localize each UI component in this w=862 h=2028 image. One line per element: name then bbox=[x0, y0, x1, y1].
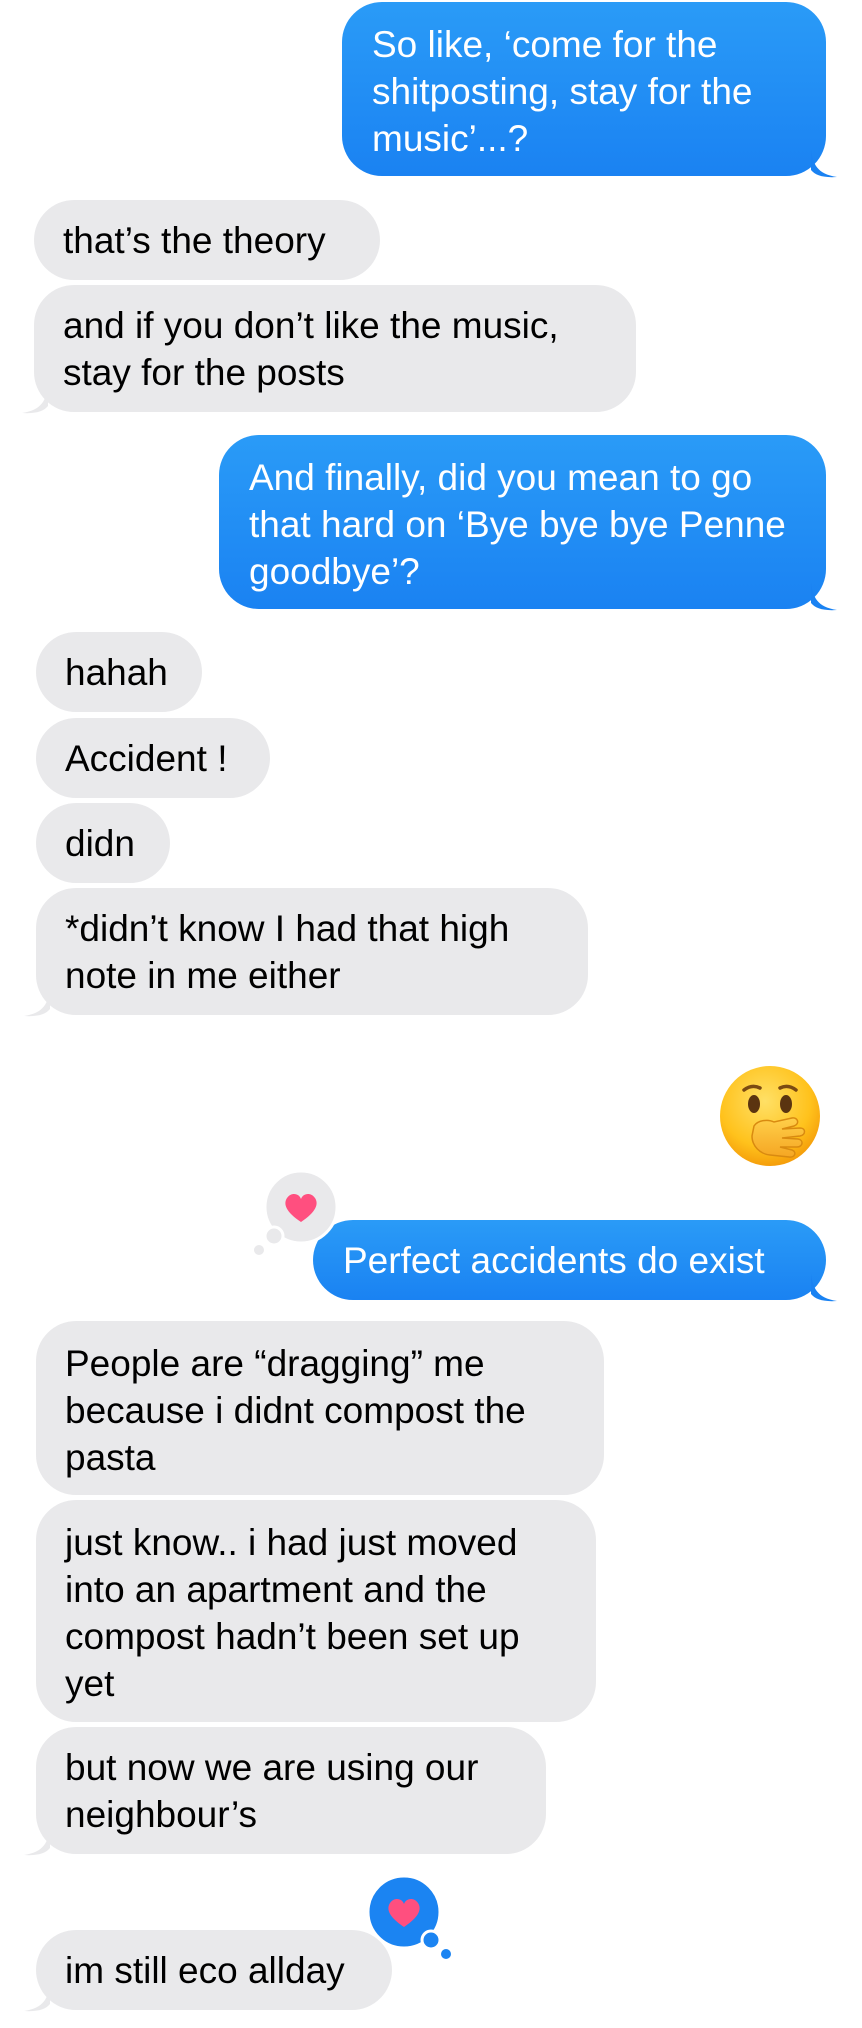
message-text: And finally, did you mean to go that har… bbox=[249, 457, 786, 592]
message-bubble-received[interactable]: People are “dragging” me because i didnt… bbox=[36, 1321, 604, 1495]
message-bubble-received[interactable]: but now we are using our neighbour’s bbox=[24, 1727, 546, 1856]
message-text: didn bbox=[65, 823, 135, 864]
message-text: hahah bbox=[65, 652, 168, 693]
message-bubble-received[interactable]: hahah bbox=[36, 632, 202, 712]
message-bubble-sent[interactable]: So like, ‘come for the shitposting, stay… bbox=[342, 2, 837, 178]
message-bubble-received[interactable]: didn bbox=[36, 803, 170, 883]
bubble-tail bbox=[811, 150, 837, 178]
bubble-tail bbox=[24, 1828, 50, 1856]
message-bubble-received[interactable]: that’s the theory bbox=[34, 200, 380, 280]
bubble-tail bbox=[24, 989, 50, 1017]
bubble-tail bbox=[24, 1984, 50, 2012]
message-bubble-sent[interactable]: Perfect accidents do exist bbox=[313, 1220, 837, 1302]
message-text: and if you don’t like the music, stay fo… bbox=[63, 305, 559, 393]
message-bubble-received[interactable]: *didn’t know I had that high note in me … bbox=[24, 888, 588, 1017]
heart-reaction-badge[interactable] bbox=[360, 1874, 456, 1966]
bubble-tail bbox=[811, 583, 837, 611]
message-bubble-received[interactable]: im still eco allday bbox=[24, 1930, 392, 2012]
bubble-tail bbox=[22, 386, 48, 414]
message-bubble-sent[interactable]: And finally, did you mean to go that har… bbox=[219, 435, 837, 611]
hand-over-mouth-emoji[interactable] bbox=[718, 1064, 822, 1168]
message-text: but now we are using our neighbour’s bbox=[65, 1747, 479, 1835]
message-text: that’s the theory bbox=[63, 220, 326, 261]
message-text: People are “dragging” me because i didnt… bbox=[65, 1343, 526, 1478]
message-text: just know.. i had just moved into an apa… bbox=[65, 1522, 520, 1704]
heart-reaction-badge[interactable] bbox=[250, 1170, 346, 1262]
message-text: im still eco allday bbox=[65, 1950, 345, 1991]
message-text: Accident ! bbox=[65, 738, 228, 779]
message-bubble-received[interactable]: just know.. i had just moved into an apa… bbox=[36, 1500, 596, 1722]
message-bubble-received[interactable]: Accident ! bbox=[36, 718, 270, 798]
message-bubble-received[interactable]: and if you don’t like the music, stay fo… bbox=[22, 285, 636, 414]
conversation-screen: { "messages": [ { "side": "sent", "text"… bbox=[0, 0, 862, 2028]
message-text: *didn’t know I had that high note in me … bbox=[65, 908, 510, 996]
message-text: So like, ‘come for the shitposting, stay… bbox=[372, 24, 753, 159]
bubble-tail bbox=[811, 1274, 837, 1302]
message-text: Perfect accidents do exist bbox=[343, 1240, 765, 1281]
